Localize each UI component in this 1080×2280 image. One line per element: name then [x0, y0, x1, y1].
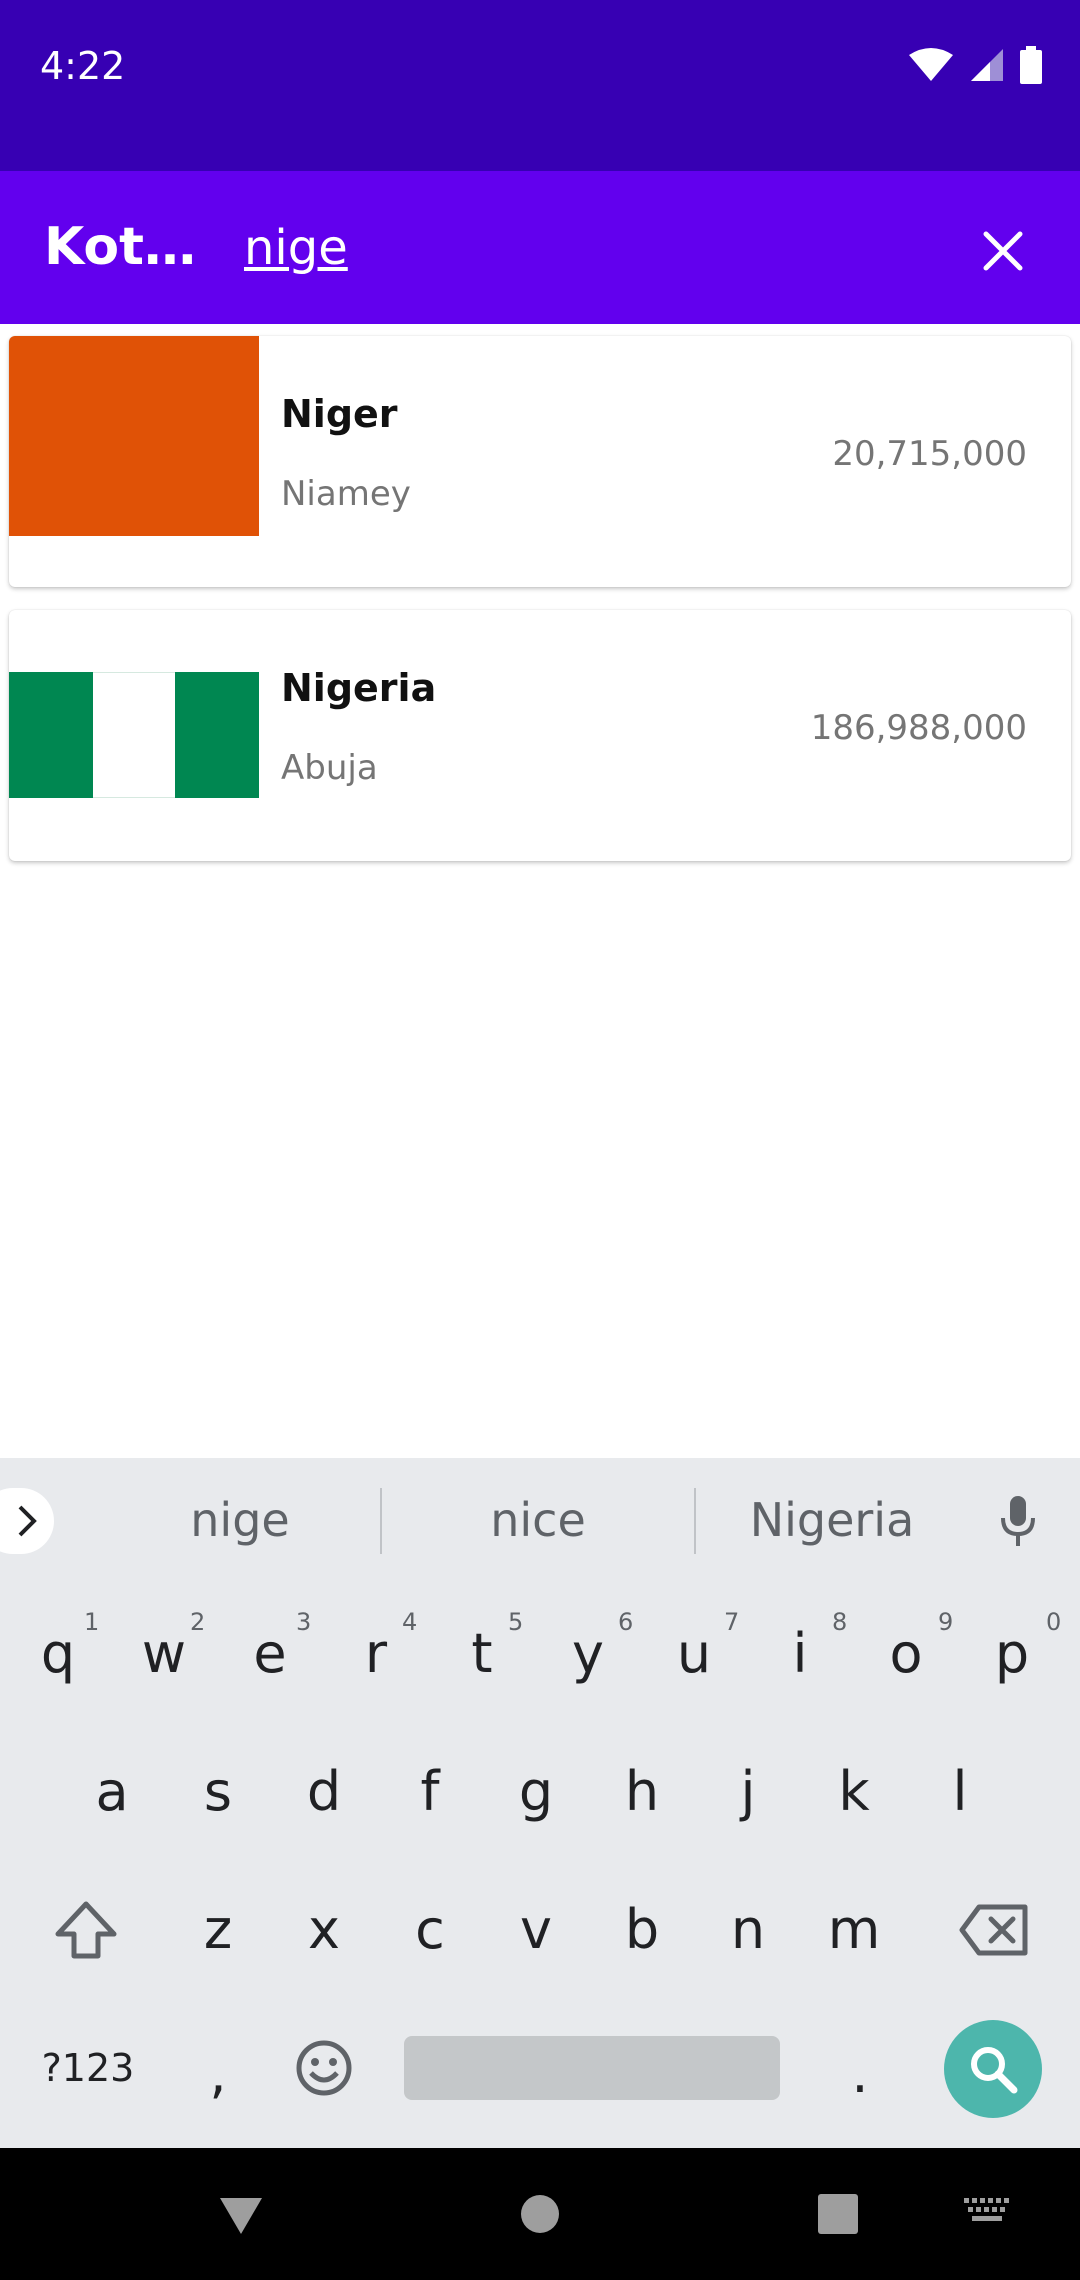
key-n[interactable]: n — [698, 1870, 798, 1990]
app-title: Kot… — [44, 217, 196, 277]
key-hint-7: 7 — [724, 1608, 740, 1636]
key-hint-1: 1 — [84, 1608, 100, 1636]
country-name: Niger — [281, 392, 398, 436]
nigeria-flag-image — [9, 672, 259, 798]
emoji-key[interactable] — [274, 2008, 374, 2128]
key-z[interactable]: z — [168, 1870, 268, 1990]
key-hint-2: 2 — [190, 1608, 206, 1636]
suggestion-strip: nige nice Nigeria — [0, 1458, 1080, 1582]
key-g[interactable]: g — [486, 1732, 586, 1852]
key-m[interactable]: m — [804, 1870, 904, 1990]
navigation-bar — [0, 2148, 1080, 2280]
suggestion-3[interactable]: Nigeria — [696, 1458, 968, 1582]
key-x[interactable]: x — [274, 1870, 374, 1990]
close-icon — [983, 231, 1023, 271]
key-l[interactable]: l — [910, 1732, 1010, 1852]
key-hint-6: 6 — [618, 1608, 634, 1636]
key-hint-5: 5 — [508, 1608, 524, 1636]
key-j[interactable]: j — [698, 1732, 798, 1852]
emoji-icon — [296, 2040, 352, 2096]
soft-keyboard: nige nice Nigeria q w e r t y u i o p 1 … — [0, 1458, 1080, 2148]
niger-flag-image — [9, 336, 259, 536]
keyboard-search-button[interactable] — [944, 2020, 1042, 2118]
microphone-icon[interactable] — [998, 1494, 1038, 1548]
key-a[interactable]: a — [62, 1732, 162, 1852]
search-input[interactable] — [244, 215, 944, 281]
country-name: Nigeria — [281, 666, 437, 710]
wifi-icon — [909, 48, 953, 81]
key-s[interactable]: s — [168, 1732, 268, 1852]
key-k[interactable]: k — [804, 1732, 904, 1852]
key-hint-3: 3 — [296, 1608, 312, 1636]
expand-toolbar-button[interactable] — [0, 1488, 54, 1554]
battery-icon — [1020, 46, 1042, 84]
key-b[interactable]: b — [592, 1870, 692, 1990]
search-icon — [971, 2047, 1018, 2094]
list-item-niger[interactable]: Niger Niamey 20,715,000 — [9, 336, 1071, 587]
backspace-icon — [959, 1904, 1028, 1956]
key-f[interactable]: f — [380, 1732, 480, 1852]
key-v[interactable]: v — [486, 1870, 586, 1990]
symbols-key[interactable]: ?123 — [28, 2008, 148, 2128]
back-icon[interactable] — [218, 2196, 264, 2236]
home-icon[interactable] — [520, 2194, 560, 2234]
status-bar: 4:22 — [0, 0, 1080, 171]
country-population: 20,715,000 — [832, 434, 1027, 474]
keyboard-switch-icon[interactable] — [964, 2198, 1010, 2228]
key-c[interactable]: c — [380, 1870, 480, 1990]
key-d[interactable]: d — [274, 1732, 374, 1852]
status-time: 4:22 — [40, 44, 126, 88]
country-population: 186,988,000 — [810, 708, 1027, 748]
country-capital: Niamey — [281, 474, 411, 514]
suggestion-2[interactable]: nice — [388, 1458, 688, 1582]
recents-icon[interactable] — [818, 2194, 858, 2234]
signal-icon — [971, 49, 1003, 81]
shift-key[interactable] — [36, 1870, 136, 1990]
country-capital: Abuja — [281, 748, 378, 788]
backspace-key[interactable] — [944, 1870, 1044, 1990]
list-item-nigeria[interactable]: Nigeria Abuja 186,988,000 — [9, 610, 1071, 861]
key-hint-4: 4 — [402, 1608, 418, 1636]
key-hint-8: 8 — [832, 1608, 848, 1636]
key-hint-9: 9 — [938, 1608, 954, 1636]
comma-key[interactable]: , — [168, 2014, 268, 2134]
shift-icon — [55, 1901, 117, 1959]
suggestion-divider — [380, 1488, 382, 1554]
clear-search-button[interactable] — [970, 218, 1036, 284]
period-key[interactable]: . — [810, 2014, 910, 2134]
chevron-right-icon — [18, 1505, 37, 1537]
suggestion-1[interactable]: nige — [92, 1458, 388, 1582]
status-icons — [908, 46, 1042, 84]
app-bar: Kot… — [0, 171, 1080, 324]
space-bar[interactable] — [404, 2036, 780, 2100]
key-hint-0: 0 — [1046, 1608, 1062, 1636]
key-h[interactable]: h — [592, 1732, 692, 1852]
